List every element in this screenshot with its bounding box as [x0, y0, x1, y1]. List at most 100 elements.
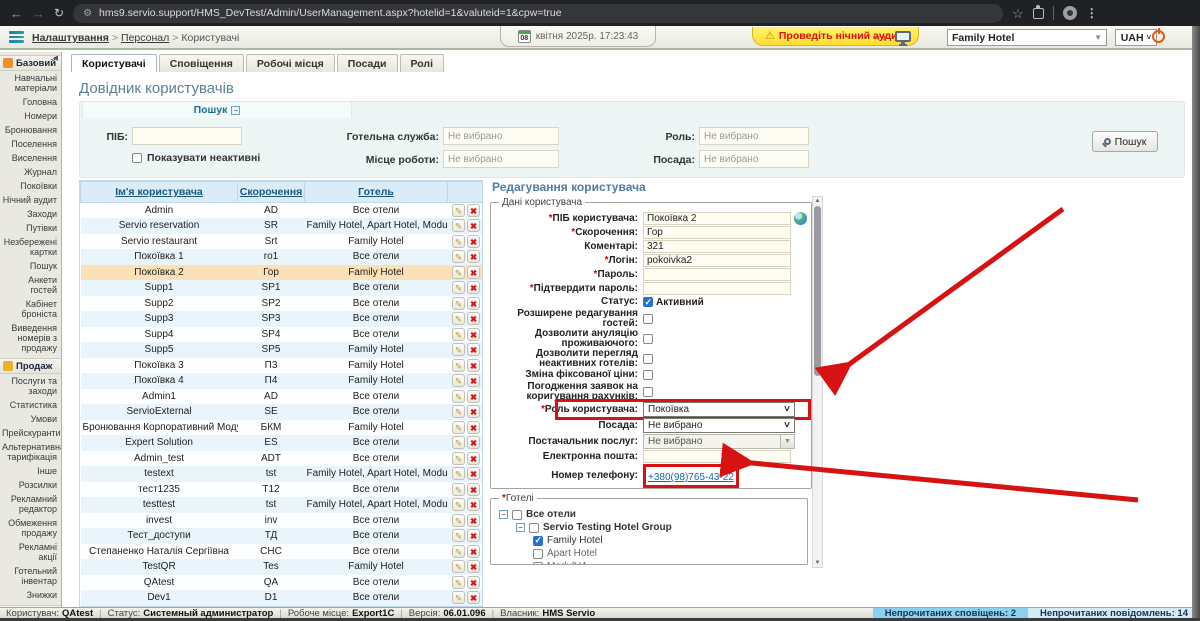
- edit-row-button[interactable]: ✎: [452, 467, 465, 480]
- breadcrumb-item[interactable]: Персонал: [121, 32, 169, 44]
- edit-row-button[interactable]: ✎: [452, 545, 465, 558]
- edit-row-button[interactable]: ✎: [452, 374, 465, 387]
- sidebar-item[interactable]: Незбережені картки: [0, 235, 61, 259]
- sidebar-item[interactable]: Навчальні матеріали: [0, 71, 61, 95]
- edit-row-button[interactable]: ✎: [452, 359, 465, 372]
- globe-translate-icon[interactable]: [794, 212, 807, 225]
- sidebar-item[interactable]: Інше: [0, 464, 61, 478]
- unread-notifications-badge[interactable]: Непрочитаних сповіщень: 2: [873, 608, 1028, 618]
- datetime-tab[interactable]: 08 квітня 2025р. 17:23:43: [500, 26, 656, 47]
- edit-row-button[interactable]: ✎: [452, 281, 465, 294]
- edit-row-button[interactable]: ✎: [452, 343, 465, 356]
- site-info-icon[interactable]: ⚙: [83, 8, 92, 19]
- table-row[interactable]: Степаненко Наталія СергіївнаСНСВсе отели…: [81, 544, 484, 560]
- delete-row-button[interactable]: ✖: [467, 545, 480, 558]
- edit-row-button[interactable]: ✎: [452, 498, 465, 511]
- edit-row-button[interactable]: ✎: [452, 591, 465, 604]
- profile-avatar[interactable]: [1063, 6, 1077, 20]
- field-checkbox[interactable]: [643, 370, 653, 380]
- search-button[interactable]: Пошук: [1092, 131, 1158, 152]
- field-input[interactable]: [643, 240, 791, 253]
- edit-row-button[interactable]: ✎: [452, 560, 465, 573]
- table-row[interactable]: Тест_доступиТДВсе отели✎✖: [81, 528, 484, 544]
- hotel-service-input[interactable]: [443, 127, 559, 145]
- address-bar[interactable]: ⚙ hms9.servio.support/HMS_DevTest/Admin/…: [73, 4, 1003, 23]
- table-row[interactable]: Servio reservationSRFamily Hotel, Apart …: [81, 218, 484, 234]
- scroll-up-icon[interactable]: ▲: [813, 198, 822, 204]
- scroll-down-icon[interactable]: ▼: [813, 560, 822, 566]
- edit-row-button[interactable]: ✎: [452, 328, 465, 341]
- search-panel-tab[interactable]: Пошук −: [82, 102, 352, 118]
- sidebar-item[interactable]: Головна: [0, 95, 61, 109]
- table-row[interactable]: Supp1SP1Все отели✎✖: [81, 280, 484, 296]
- field-checkbox[interactable]: [643, 314, 653, 324]
- delete-row-button[interactable]: ✖: [467, 483, 480, 496]
- delete-row-button[interactable]: ✖: [467, 560, 480, 573]
- sidebar-item[interactable]: Виселення: [0, 151, 61, 165]
- tree-collapse-icon[interactable]: −: [499, 510, 508, 519]
- delete-row-button[interactable]: ✖: [467, 328, 480, 341]
- hotel-checkbox[interactable]: [533, 562, 543, 566]
- currency-selector[interactable]: UAH ˅: [1115, 29, 1157, 46]
- delete-row-button[interactable]: ✖: [467, 390, 480, 403]
- collapse-minus-icon[interactable]: −: [231, 106, 240, 115]
- edit-row-button[interactable]: ✎: [452, 483, 465, 496]
- delete-row-button[interactable]: ✖: [467, 204, 480, 217]
- delete-row-button[interactable]: ✖: [467, 405, 480, 418]
- table-row[interactable]: Admin1ADВсе отели✎✖: [81, 389, 484, 405]
- sidebar-item[interactable]: Анкети гостей: [0, 273, 61, 297]
- edit-row-button[interactable]: ✎: [452, 452, 465, 465]
- table-row[interactable]: тест1235T12Все отели✎✖: [81, 482, 484, 498]
- edit-row-button[interactable]: ✎: [452, 529, 465, 542]
- editor-scrollbar[interactable]: ▲ ▼: [812, 196, 823, 568]
- edit-row-button[interactable]: ✎: [452, 235, 465, 248]
- sidebar-item[interactable]: Альтернативна тарифікація: [0, 440, 61, 464]
- edit-row-button[interactable]: ✎: [452, 250, 465, 263]
- role-input[interactable]: [699, 127, 809, 145]
- workplace-input[interactable]: [443, 150, 559, 168]
- tab-Користувачі[interactable]: Користувачі: [71, 54, 157, 72]
- sidebar-item[interactable]: Обмеження продажу: [0, 516, 61, 540]
- table-row[interactable]: testtesttstFamily Hotel, Apart Hotel, Mo…: [81, 497, 484, 513]
- browser-menu-icon[interactable]: ⋮: [1086, 7, 1098, 19]
- field-input[interactable]: [643, 268, 791, 281]
- field-input[interactable]: [643, 254, 791, 267]
- show-inactive-checkbox[interactable]: Показувати неактивні: [132, 152, 260, 164]
- delete-row-button[interactable]: ✖: [467, 219, 480, 232]
- edit-row-button[interactable]: ✎: [452, 421, 465, 434]
- tab-Ролі[interactable]: Ролі: [400, 54, 444, 72]
- workstation-icon[interactable]: [895, 31, 911, 42]
- table-row[interactable]: Покоївка 4П4Family Hotel✎✖: [81, 373, 484, 389]
- scrollbar-thumb[interactable]: [814, 206, 821, 376]
- sidebar-item[interactable]: Нічний аудит: [0, 193, 61, 207]
- delete-row-button[interactable]: ✖: [467, 266, 480, 279]
- sidebar-item[interactable]: Умови: [0, 412, 61, 426]
- delete-row-button[interactable]: ✖: [467, 452, 480, 465]
- sidebar-item[interactable]: Послуги та заходи: [0, 374, 61, 398]
- delete-row-button[interactable]: ✖: [467, 312, 480, 325]
- field-checkbox[interactable]: [643, 334, 653, 344]
- checkbox-icon[interactable]: [132, 153, 142, 163]
- sidebar-section-sale[interactable]: Продаж: [0, 358, 61, 374]
- table-row[interactable]: Supp4SP4Все отели✎✖: [81, 327, 484, 343]
- sidebar-item[interactable]: Номери: [0, 109, 61, 123]
- delete-row-button[interactable]: ✖: [467, 529, 480, 542]
- panel-collapse-arrows-icon[interactable]: ◄►: [873, 33, 891, 42]
- field-checkbox[interactable]: [643, 354, 653, 364]
- hotel-checkbox[interactable]: [512, 510, 522, 520]
- edit-row-button[interactable]: ✎: [452, 219, 465, 232]
- sidebar-item[interactable]: Рекламний редактор: [0, 492, 61, 516]
- table-row[interactable]: Dev1D1Все отели✎✖: [81, 590, 484, 606]
- unread-messages-badge[interactable]: Непрочитаних повідомлень: 14: [1028, 608, 1200, 618]
- table-row[interactable]: Servio restaurantSrtFamily Hotel✎✖: [81, 234, 484, 250]
- edit-row-button[interactable]: ✎: [452, 312, 465, 325]
- field-select[interactable]: Не вибрано˅: [643, 418, 795, 433]
- edit-row-button[interactable]: ✎: [452, 204, 465, 217]
- bookmark-star-icon[interactable]: ☆: [1012, 7, 1024, 20]
- delete-row-button[interactable]: ✖: [467, 343, 480, 356]
- delete-row-button[interactable]: ✖: [467, 374, 480, 387]
- table-row[interactable]: AdminADВсе отели✎✖: [81, 203, 484, 219]
- delete-row-button[interactable]: ✖: [467, 235, 480, 248]
- edit-row-button[interactable]: ✎: [452, 514, 465, 527]
- delete-row-button[interactable]: ✖: [467, 467, 480, 480]
